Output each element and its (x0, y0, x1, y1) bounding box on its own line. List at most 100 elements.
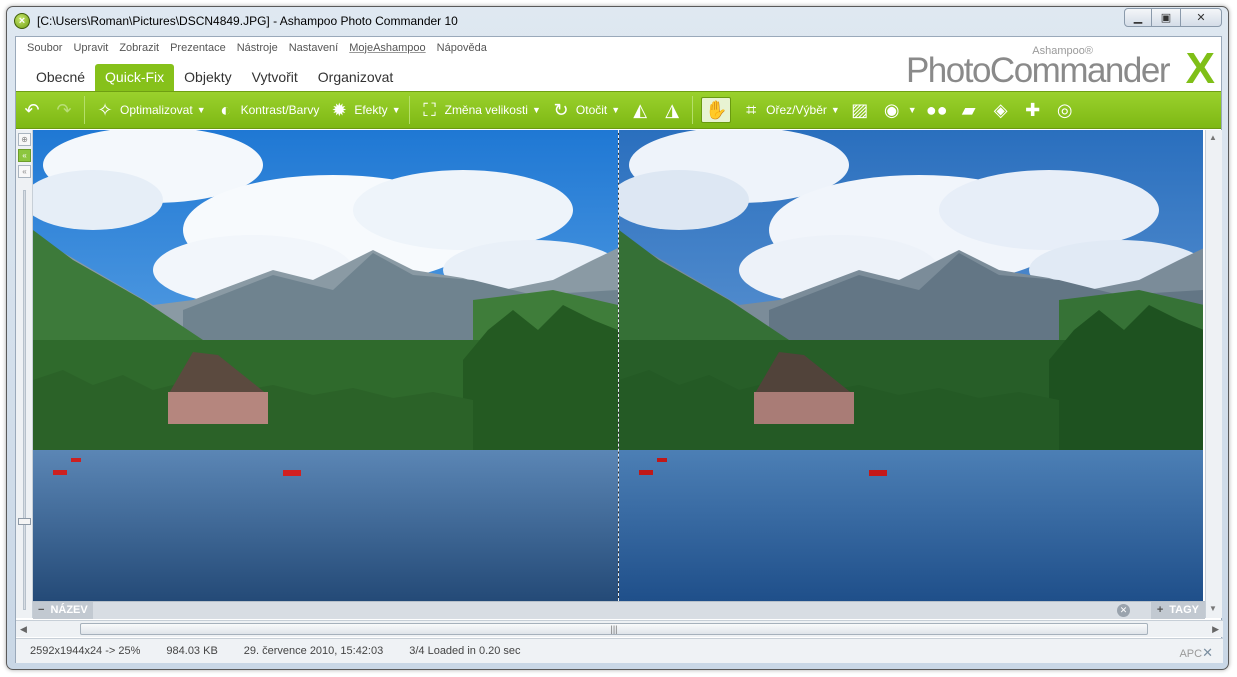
resize-label: Změna velikosti (444, 103, 528, 117)
menu-nastaveni[interactable]: Nastavení (289, 42, 339, 54)
toolbar-separator (408, 96, 410, 124)
hand-tool-button[interactable]: ✋ (701, 97, 732, 123)
status-file-size: 984.03 KB (166, 645, 218, 657)
contrast-button[interactable]: ◐ Kontrast/Barvy (214, 98, 319, 122)
target-button[interactable]: ◎ (1053, 98, 1077, 122)
optimize-label: Optimalizovat (120, 103, 193, 117)
crop-icon: ⌗ (746, 99, 757, 120)
effects-button[interactable]: ✹ Efekty ▼ (327, 98, 401, 122)
menu-soubor[interactable]: Soubor (27, 42, 62, 54)
fill-bucket-button[interactable]: ◈ (989, 98, 1013, 122)
zoom-fit-icon[interactable]: « (18, 149, 31, 162)
menu-nastroje[interactable]: Nástroje (237, 42, 278, 54)
tags-label: TAGY (1169, 604, 1199, 616)
name-tag-bar: − NÁZEV ✕ + TAGY (33, 601, 1205, 619)
rotate-button[interactable]: ↻ Otočit ▼ (549, 98, 620, 122)
status-brand-logo: APC✕ (1179, 645, 1213, 661)
toolbar-separator (84, 96, 85, 124)
app-window: × [C:\Users\Roman\Pictures\DSCN4849.JPG]… (6, 6, 1229, 670)
bandaid-button[interactable]: ✚ (1021, 98, 1045, 122)
tags-section[interactable]: + TAGY (1150, 602, 1205, 619)
eraser-icon: ▰ (961, 99, 976, 120)
flip-vertical-icon: ◮ (665, 99, 680, 120)
scroll-up-icon[interactable]: ▲ (1209, 133, 1217, 142)
menu-upravit[interactable]: Upravit (73, 42, 108, 54)
picture-button[interactable]: ▨ (848, 98, 872, 122)
product-logo: Ashampoo® PhotoCommander X (906, 41, 1215, 93)
logo-product-name: PhotoCommander (905, 51, 1171, 90)
menu-mojeashampoo[interactable]: MojeAshampoo (349, 42, 425, 54)
menu-napoveda[interactable]: Nápověda (437, 42, 487, 54)
resize-button[interactable]: ⛶ Změna velikosti ▼ (418, 98, 541, 122)
maximize-button[interactable]: ▣ (1151, 8, 1181, 27)
dots-icon: ●● (925, 99, 948, 120)
magic-wand-icon: ✧ (97, 99, 113, 120)
undo-icon: ↶ (24, 99, 40, 120)
horizontal-scrollbar[interactable]: ◀ ||| ▶ (16, 620, 1223, 637)
vertical-scrollbar[interactable]: ▲ ▼ (1205, 130, 1222, 618)
scroll-left-icon[interactable]: ◀ (20, 624, 27, 635)
tab-quick-fix[interactable]: Quick-Fix (95, 64, 175, 91)
toolbar-separator (692, 96, 694, 124)
scroll-right-icon[interactable]: ▶ (1212, 624, 1219, 635)
status-bar: 2592x1944x24 -> 25% 984.03 KB 29. červen… (16, 638, 1223, 663)
zoom-slider-track[interactable] (23, 190, 26, 610)
redo-button[interactable]: ↷ (52, 98, 76, 122)
menu-prezentace[interactable]: Prezentace (170, 42, 226, 54)
flip-horizontal-button[interactable]: ◭ (628, 98, 652, 122)
crop-label: Ořez/Výběr (766, 103, 827, 117)
zoom-out-icon[interactable]: « (18, 165, 31, 178)
zoom-in-icon[interactable]: ⊕ (18, 133, 31, 146)
chevron-down-icon: ▼ (830, 105, 840, 115)
status-date: 29. července 2010, 15:42:03 (243, 645, 384, 657)
window-controls: ▁ ▣ ✕ (1124, 8, 1222, 27)
ashampoo-x-icon[interactable]: × (14, 13, 30, 29)
chevron-down-icon: ▼ (391, 105, 401, 115)
tab-objekty[interactable]: Objekty (174, 64, 241, 91)
eraser-button[interactable]: ▰ (957, 98, 981, 122)
chevron-down-icon: ▼ (531, 105, 541, 115)
hand-icon: ✋ (704, 99, 728, 120)
rotate-label: Otočit (575, 103, 608, 117)
optimize-button[interactable]: ✧ Optimalizovat ▼ (93, 98, 205, 122)
logo-x-mark: X (1185, 44, 1215, 93)
horizontal-scroll-thumb[interactable]: ||| (80, 623, 1148, 635)
expand-icon[interactable]: + (1157, 604, 1163, 616)
title-bar: × [C:\Users\Roman\Pictures\DSCN4849.JPG]… (7, 7, 1228, 35)
close-button[interactable]: ✕ (1180, 8, 1222, 27)
rotate-icon: ↻ (553, 99, 569, 120)
tab-vytvorit[interactable]: Vytvořit (242, 64, 308, 91)
chevron-down-icon: ▼ (907, 105, 917, 115)
name-section[interactable]: − NÁZEV (33, 602, 93, 619)
original-image-panel[interactable] (33, 130, 618, 601)
status-load: 3/4 Loaded in 0.20 sec (409, 645, 521, 657)
collapse-icon[interactable]: − (38, 604, 44, 616)
menu-zobrazit[interactable]: Zobrazit (119, 42, 159, 54)
client-area: Soubor Upravit Zobrazit Prezentace Nástr… (15, 36, 1223, 663)
brand-x-icon: ✕ (1202, 645, 1213, 660)
zoom-slider-thumb[interactable] (18, 518, 31, 525)
scroll-down-icon[interactable]: ▼ (1209, 604, 1217, 613)
red-eye-button[interactable]: ◉ ▼ (880, 98, 917, 122)
preview-image-panel[interactable] (618, 130, 1203, 601)
redo-icon: ↷ (56, 99, 72, 120)
preview-photo (619, 130, 1203, 601)
crop-button[interactable]: ⌗ Ořez/Výběr ▼ (739, 98, 840, 122)
red-eye-icon: ◉ (883, 99, 900, 120)
minimize-button[interactable]: ▁ (1124, 8, 1152, 27)
original-photo (33, 130, 618, 601)
tab-obecne[interactable]: Obecné (26, 64, 95, 91)
starburst-icon: ✹ (331, 99, 347, 120)
undo-button[interactable]: ↶ (20, 98, 44, 122)
half-circle-icon: ◐ (220, 99, 232, 120)
zoom-strip: ⊕ « « (16, 130, 33, 618)
clear-icon[interactable]: ✕ (1117, 604, 1130, 617)
dots-button[interactable]: ●● (925, 98, 949, 122)
ribbon-tabs: Obecné Quick-Fix Objekty Vytvořit Organi… (26, 64, 403, 91)
flip-vertical-button[interactable]: ◮ (660, 98, 684, 122)
image-compare-viewer[interactable] (33, 130, 1203, 601)
tab-organizovat[interactable]: Organizovat (308, 64, 403, 91)
chevron-down-icon: ▼ (611, 105, 621, 115)
target-icon: ◎ (1056, 99, 1073, 120)
status-brand-text: APC (1179, 648, 1203, 660)
